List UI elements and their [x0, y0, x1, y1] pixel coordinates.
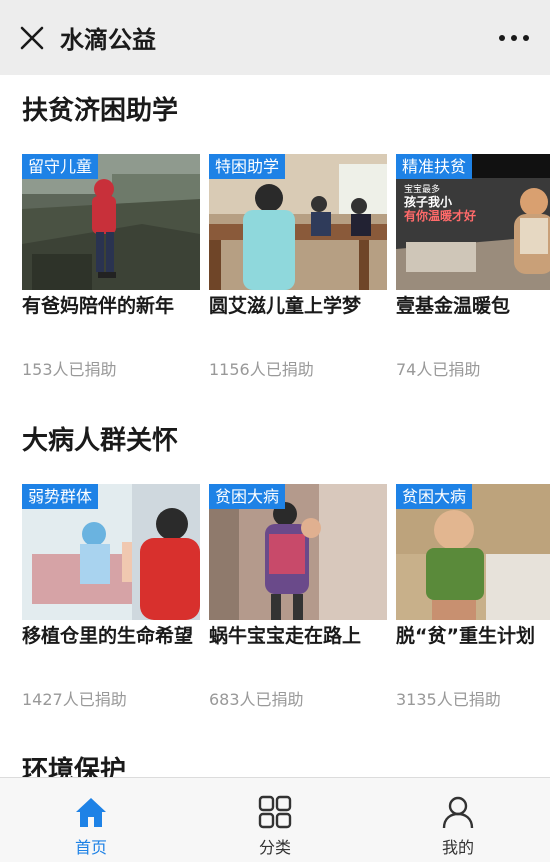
- donor-count: 153人已捐助: [22, 360, 117, 379]
- project-title: 移植仓里的生命希望: [22, 625, 194, 647]
- nav-label: 我的: [441, 838, 474, 857]
- app-title: 水滴公益: [60, 26, 156, 54]
- close-icon: [20, 26, 44, 49]
- project-card[interactable]: 弱势群体 移植仓里的生命希望 1427人已捐助: [22, 484, 200, 709]
- project-image: 宝宝最多 孩子我小 有你温暖才好 精准扶贫: [396, 154, 550, 290]
- user-icon: [440, 794, 476, 830]
- project-card[interactable]: 贫困大病 蜗牛宝宝走在路上 683人已捐助: [209, 484, 387, 709]
- close-button[interactable]: [14, 20, 50, 56]
- project-image: 贫困大病: [396, 484, 550, 620]
- project-title: 有爸妈陪伴的新年: [22, 295, 175, 317]
- project-title: 脱“贫”重生计划: [396, 625, 535, 647]
- project-card[interactable]: 留守儿童 有爸妈陪伴的新年 153人已捐助: [22, 154, 200, 379]
- bottom-nav: 首页 分类 我的: [0, 777, 550, 862]
- project-image: 贫困大病: [209, 484, 387, 620]
- image-caption-line3: 有你温暖才好: [404, 208, 476, 223]
- project-card[interactable]: 贫困大病 脱“贫”重生计划 3135人已捐助: [396, 484, 550, 709]
- nav-category[interactable]: 分类: [215, 778, 335, 862]
- section-poverty-education: 扶贫济困助学 留守儿童 有爸妈陪伴的新年 153人已捐助 特困助学 圆艾滋儿童上…: [0, 90, 550, 410]
- section-title: 大病人群关怀: [22, 426, 179, 456]
- donor-count: 1156人已捐助: [209, 360, 314, 379]
- section-environment: 环境保护: [0, 750, 550, 777]
- category-tag: 特困助学: [209, 154, 286, 179]
- more-button[interactable]: [496, 22, 532, 54]
- donor-count: 1427人已捐助: [22, 690, 127, 709]
- more-icon: [499, 35, 529, 41]
- donor-count: 74人已捐助: [396, 360, 481, 379]
- project-title: 蜗牛宝宝走在路上: [209, 625, 362, 647]
- project-card[interactable]: 宝宝最多 孩子我小 有你温暖才好 精准扶贫 壹基金温暖包 74人已捐助: [396, 154, 550, 379]
- nav-profile[interactable]: 我的: [398, 778, 518, 862]
- section-title: 扶贫济困助学: [22, 96, 179, 126]
- category-tag: 精准扶贫: [396, 154, 473, 179]
- donor-count: 3135人已捐助: [396, 690, 501, 709]
- image-caption-line1: 宝宝最多: [404, 183, 440, 195]
- image-caption-line2: 孩子我小: [404, 194, 452, 209]
- project-card[interactable]: 特困助学 圆艾滋儿童上学梦 1156人已捐助: [209, 154, 387, 379]
- project-title: 壹基金温暖包: [396, 295, 511, 317]
- nav-label: 分类: [258, 838, 291, 857]
- top-bar: 水滴公益: [0, 0, 550, 75]
- home-icon: [73, 794, 109, 830]
- donor-count: 683人已捐助: [209, 690, 304, 709]
- nav-label: 首页: [74, 838, 107, 857]
- grid-icon: [257, 794, 293, 830]
- nav-home[interactable]: 首页: [31, 778, 151, 862]
- project-title: 圆艾滋儿童上学梦: [209, 295, 362, 317]
- category-tag: 贫困大病: [396, 484, 473, 509]
- section-title: 环境保护: [22, 756, 127, 777]
- section-illness-care: 大病人群关怀 弱势群体 移植仓里的生命希望 1427人已捐助 贫困大病 蜗牛宝宝…: [0, 420, 550, 740]
- project-image: 弱势群体: [22, 484, 200, 620]
- category-tag: 贫困大病: [209, 484, 286, 509]
- category-tag: 弱势群体: [22, 484, 99, 509]
- project-image: 留守儿童: [22, 154, 200, 290]
- category-tag: 留守儿童: [22, 154, 99, 179]
- project-image: 特困助学: [209, 154, 387, 290]
- content-area[interactable]: 扶贫济困助学 留守儿童 有爸妈陪伴的新年 153人已捐助 特困助学 圆艾滋儿童上…: [0, 75, 550, 777]
